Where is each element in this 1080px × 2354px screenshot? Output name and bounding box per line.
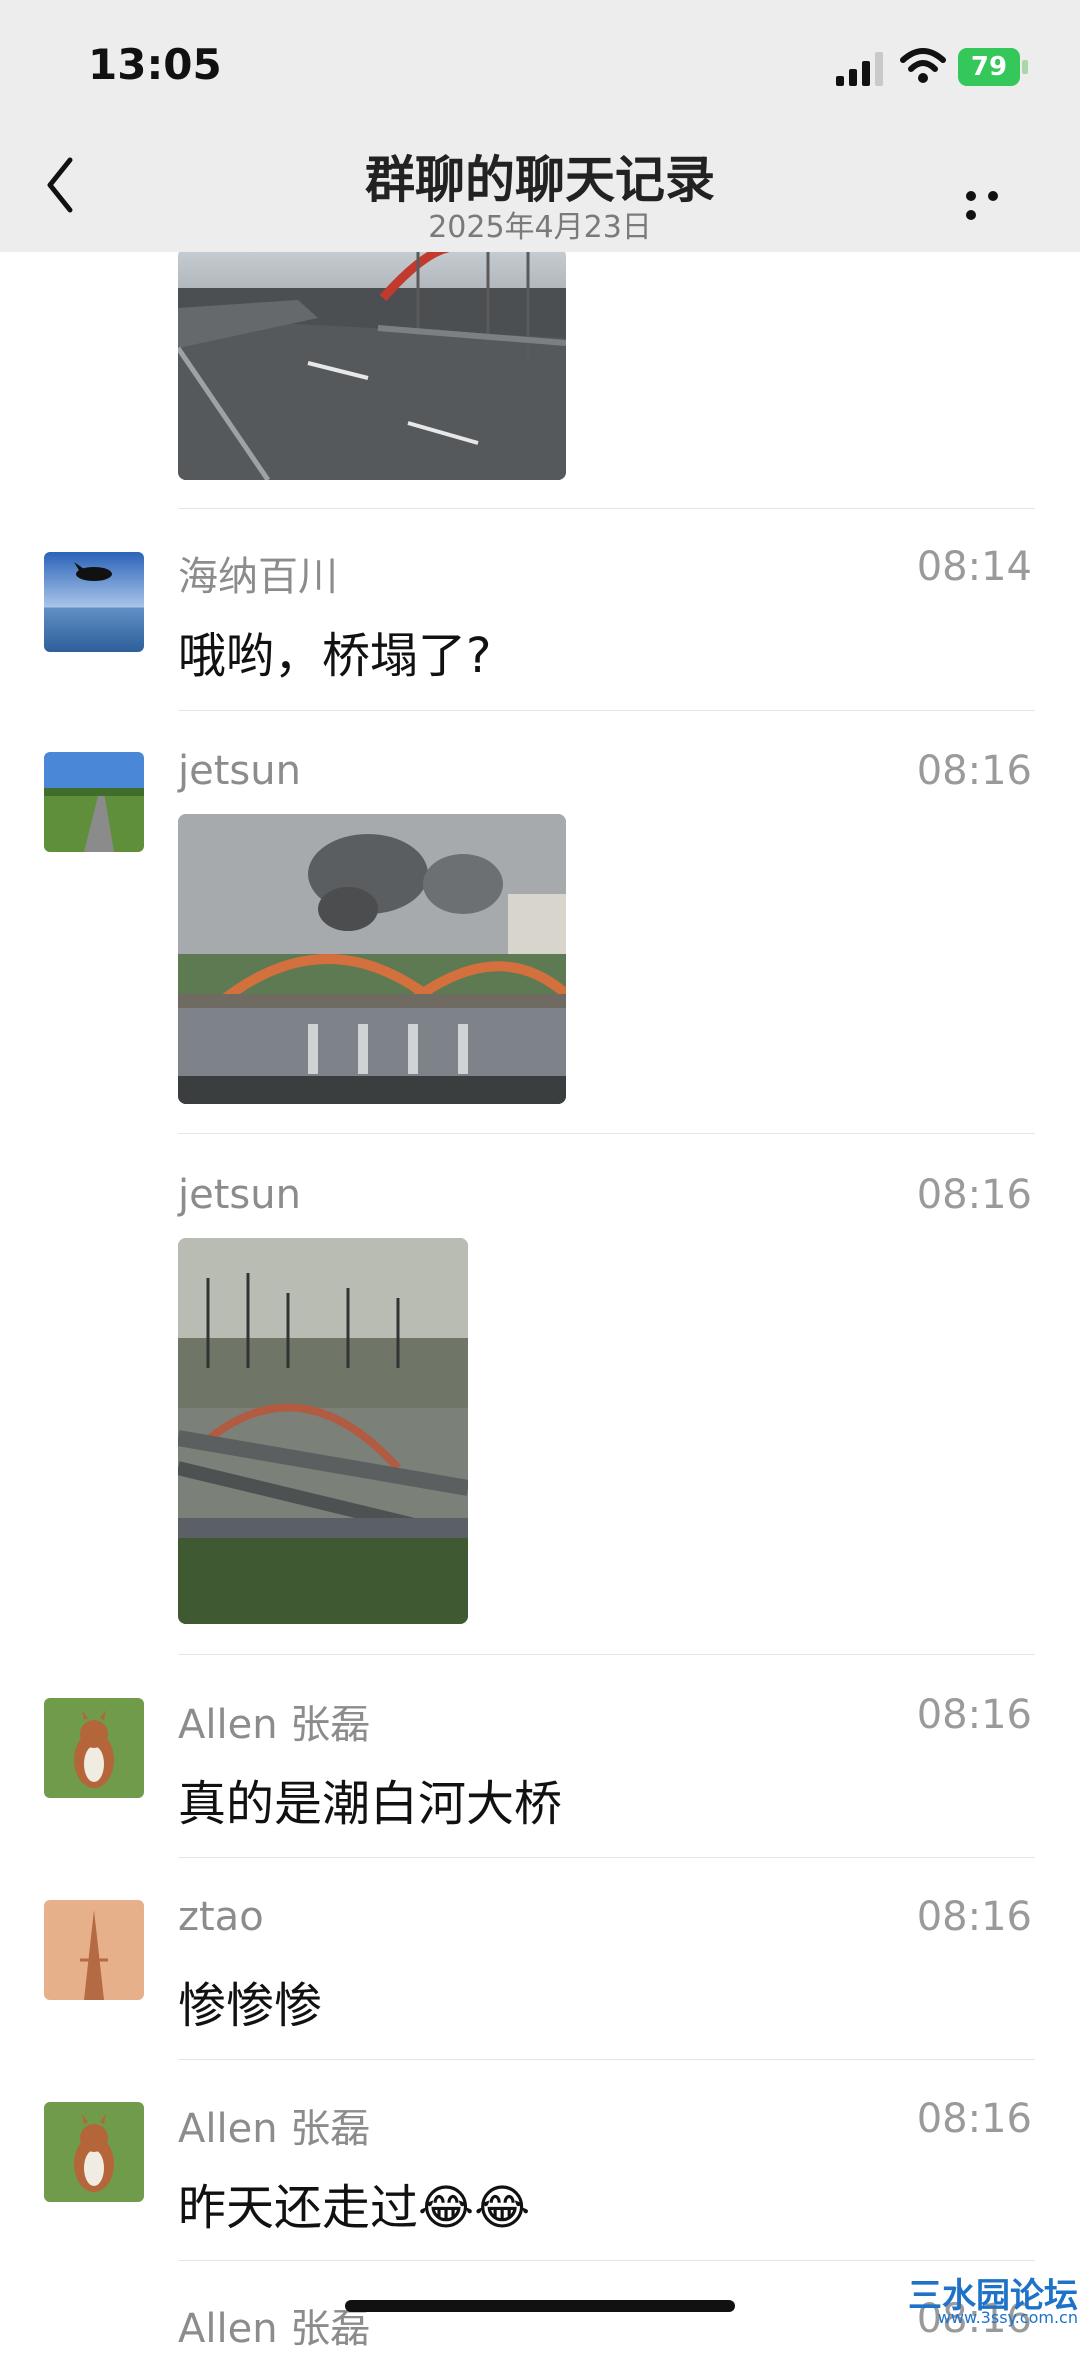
message-text: 惨惨惨 [178, 1978, 323, 2034]
message-divider [178, 1857, 1035, 1858]
watermark-url: www.3ssy.com.cn [937, 2308, 1078, 2327]
avatar[interactable] [44, 2102, 144, 2202]
wifi-icon [900, 48, 946, 83]
forum-watermark: 三水园论坛 www.3ssy.com.cn [908, 2268, 1078, 2328]
battery-level: 79 [970, 52, 1008, 82]
message-text: 昨天还走过😂😂 [178, 2180, 531, 2236]
battery-tip [1022, 60, 1028, 74]
message-image-collapsed-bridge[interactable] [178, 1238, 468, 1624]
sender-name: Allen 张磊 [178, 1702, 371, 1748]
avatar[interactable] [44, 752, 144, 852]
message-divider [178, 710, 1035, 711]
more-dot-icon [966, 191, 976, 201]
sender-name: jetsun [178, 1172, 301, 1218]
message-time: 08:16 [916, 1692, 1032, 1738]
more-dot-icon [966, 210, 976, 220]
squirrel-avatar-icon [44, 1698, 144, 1798]
road-avatar-icon [44, 752, 144, 852]
avatar[interactable] [44, 1900, 144, 2000]
message-divider [178, 1133, 1035, 1134]
page-subtitle: 2025年4月23日 [428, 210, 652, 245]
message-divider [178, 2059, 1035, 2060]
message-time: 08:16 [916, 1894, 1032, 1940]
message-text: 真的是潮白河大桥 [178, 1776, 563, 1832]
sender-name: ztao [178, 1894, 264, 1940]
eiffel-avatar-icon [44, 1900, 144, 2000]
bridge-road-image [178, 248, 566, 480]
message-time: 08:16 [916, 748, 1032, 794]
sender-name: Allen 张磊 [178, 2106, 371, 2152]
avatar[interactable] [44, 1698, 144, 1798]
sender-name: 海纳百川 [178, 554, 338, 600]
more-dot-icon [988, 191, 998, 201]
battery-indicator: 79 [958, 48, 1028, 86]
collapsed-bridge-image [178, 1238, 468, 1624]
sender-name: jetsun [178, 748, 301, 794]
message-text: 哦哟，桥塌了? [178, 628, 492, 684]
cellular-signal-icon [836, 52, 883, 86]
squirrel-avatar-icon [44, 2102, 144, 2202]
message-time: 08:16 [916, 2096, 1032, 2142]
avatar[interactable] [44, 552, 144, 652]
message-time: 08:16 [916, 1172, 1032, 1218]
message-time: 08:14 [916, 544, 1032, 590]
bridge-smoke-image [178, 814, 566, 1104]
message-image-bridge-smoke[interactable] [178, 814, 566, 1104]
status-time: 13:05 [88, 40, 222, 89]
app-header: 13:05 79 群聊的聊天记录 2025年4月23日 [0, 0, 1080, 252]
orca-avatar-icon [44, 552, 144, 652]
more-options-button[interactable] [966, 186, 1030, 220]
message-image-bridge-road[interactable] [178, 248, 566, 480]
home-indicator[interactable] [345, 2300, 735, 2312]
message-divider [178, 2260, 1035, 2261]
message-divider [178, 1654, 1035, 1655]
message-divider [178, 508, 1035, 509]
sender-name: Allen 张磊 [178, 2306, 371, 2352]
